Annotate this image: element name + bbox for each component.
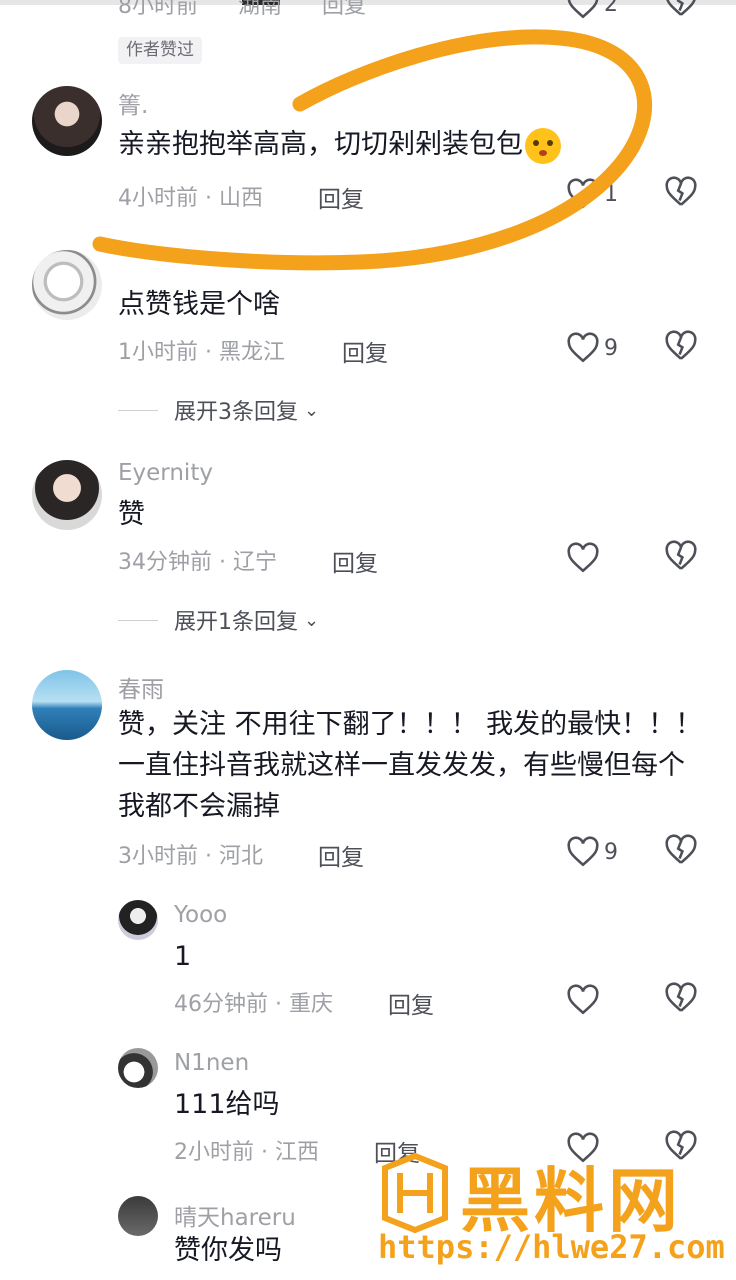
prev-dislike-button[interactable] bbox=[664, 0, 700, 22]
broken-heart-icon bbox=[665, 834, 697, 864]
watermark-url: https://hlwe27.com bbox=[378, 1228, 725, 1266]
comment-meta: 1小时前 · 黑龙江 bbox=[118, 340, 285, 365]
like-count: 1 bbox=[604, 181, 618, 207]
reply-username[interactable]: Yooo bbox=[174, 902, 227, 928]
broken-heart-icon bbox=[665, 540, 697, 570]
comment-text-content: 亲亲抱抱举高高，切切剁剁装包包 bbox=[118, 129, 523, 160]
prev-like-button[interactable]: 2 bbox=[566, 0, 618, 22]
reply-button[interactable]: 回复 bbox=[318, 180, 364, 214]
avatar[interactable] bbox=[32, 460, 102, 530]
expand-replies-label: 展开3条回复 bbox=[174, 400, 298, 425]
prev-comment-time: 8小时前 bbox=[118, 0, 198, 19]
heart-outline-icon bbox=[567, 984, 599, 1015]
comment-region: 辽宁 bbox=[232, 550, 277, 575]
like-button[interactable]: 9 bbox=[566, 834, 618, 870]
prev-reply-button[interactable]: 回复 bbox=[322, 0, 366, 19]
reply-button[interactable]: 回复 bbox=[318, 838, 364, 872]
dislike-button[interactable] bbox=[664, 982, 700, 1018]
like-button[interactable] bbox=[566, 982, 600, 1018]
broken-heart-icon bbox=[665, 330, 697, 360]
dislike-button[interactable] bbox=[664, 540, 700, 576]
like-count: 9 bbox=[604, 839, 618, 865]
comment-meta: 34分钟前 · 辽宁 bbox=[118, 550, 277, 575]
face-emoji-icon bbox=[525, 127, 561, 164]
like-button[interactable]: 1 bbox=[566, 176, 618, 212]
expand-replies-button[interactable]: 展开1条回复 ⌄ bbox=[118, 604, 319, 636]
chevron-down-icon: ⌄ bbox=[304, 399, 320, 421]
reply-region: 重庆 bbox=[288, 992, 333, 1017]
comment-region: 河北 bbox=[218, 844, 263, 869]
comment-time: 1小时前 bbox=[118, 340, 198, 365]
comment-username[interactable]: Eyernity bbox=[118, 460, 213, 486]
dislike-button[interactable] bbox=[664, 330, 700, 366]
comment-time: 34分钟前 bbox=[118, 550, 212, 575]
comment-region: 山西 bbox=[218, 186, 263, 211]
comment-meta: 3小时前 · 河北 bbox=[118, 844, 263, 869]
avatar[interactable] bbox=[118, 900, 158, 940]
reply-text: 111给吗 bbox=[174, 1089, 280, 1120]
divider bbox=[118, 619, 158, 621]
comment-text: 赞，关注 不用往下翻了！！！ 我发的最快！！！ 一直住抖音我就这样一直发发发，有… bbox=[118, 709, 703, 822]
comment-meta: 4小时前 · 山西 bbox=[118, 186, 263, 211]
expand-replies-label: 展开1条回复 bbox=[174, 610, 298, 635]
avatar[interactable] bbox=[118, 1048, 158, 1088]
reply-meta: 2小时前 · 江西 bbox=[174, 1140, 319, 1165]
comment-time: 4小时前 bbox=[118, 186, 198, 211]
heart-outline-icon bbox=[567, 836, 599, 867]
comment-text: 点赞钱是个啥 bbox=[118, 289, 280, 320]
prev-like-count: 2 bbox=[604, 0, 618, 17]
reply-username[interactable]: N1nen bbox=[174, 1050, 249, 1076]
reply-time: 46分钟前 bbox=[174, 992, 268, 1017]
comment-username[interactable]: 箐. bbox=[118, 86, 148, 120]
prev-comment-region: 湖南 bbox=[238, 0, 283, 19]
chevron-down-icon: ⌄ bbox=[304, 609, 320, 631]
reply-region: 江西 bbox=[274, 1140, 319, 1165]
comment-text: 赞 bbox=[118, 499, 145, 530]
reply-button[interactable]: 回复 bbox=[332, 544, 378, 578]
reply-text: 1 bbox=[174, 941, 192, 972]
heart-outline-icon bbox=[567, 178, 599, 209]
divider bbox=[118, 409, 158, 411]
comment-time: 3小时前 bbox=[118, 844, 198, 869]
dislike-button[interactable] bbox=[664, 176, 700, 212]
prev-comment-meta: 8小时前 湖南 回复 bbox=[118, 0, 406, 20]
avatar[interactable] bbox=[32, 86, 102, 156]
heart-outline-icon bbox=[567, 0, 599, 19]
broken-heart-icon bbox=[665, 176, 697, 206]
like-button[interactable] bbox=[566, 540, 600, 576]
like-count: 9 bbox=[604, 335, 618, 361]
broken-heart-icon bbox=[666, 0, 696, 16]
author-liked-badge: 作者赞过 bbox=[118, 37, 202, 64]
dislike-button[interactable] bbox=[664, 834, 700, 870]
broken-heart-icon bbox=[665, 982, 697, 1012]
heart-outline-icon bbox=[567, 332, 599, 363]
avatar[interactable] bbox=[32, 670, 102, 740]
reply-time: 2小时前 bbox=[174, 1140, 254, 1165]
expand-replies-button[interactable]: 展开3条回复 ⌄ bbox=[118, 394, 319, 426]
like-button[interactable]: 9 bbox=[566, 330, 618, 366]
comment-region: 黑龙江 bbox=[218, 340, 285, 365]
reply-meta: 46分钟前 · 重庆 bbox=[174, 992, 333, 1017]
comment-text: 亲亲抱抱举高高，切切剁剁装包包 bbox=[118, 124, 708, 165]
reply-button[interactable]: 回复 bbox=[342, 334, 388, 368]
avatar[interactable] bbox=[118, 1196, 158, 1236]
comment-username[interactable]: 春雨 bbox=[118, 670, 164, 704]
heart-outline-icon bbox=[567, 542, 599, 573]
avatar[interactable] bbox=[32, 250, 102, 320]
reply-username[interactable]: 晴天hareru bbox=[174, 1198, 296, 1232]
reply-button[interactable]: 回复 bbox=[388, 986, 434, 1020]
